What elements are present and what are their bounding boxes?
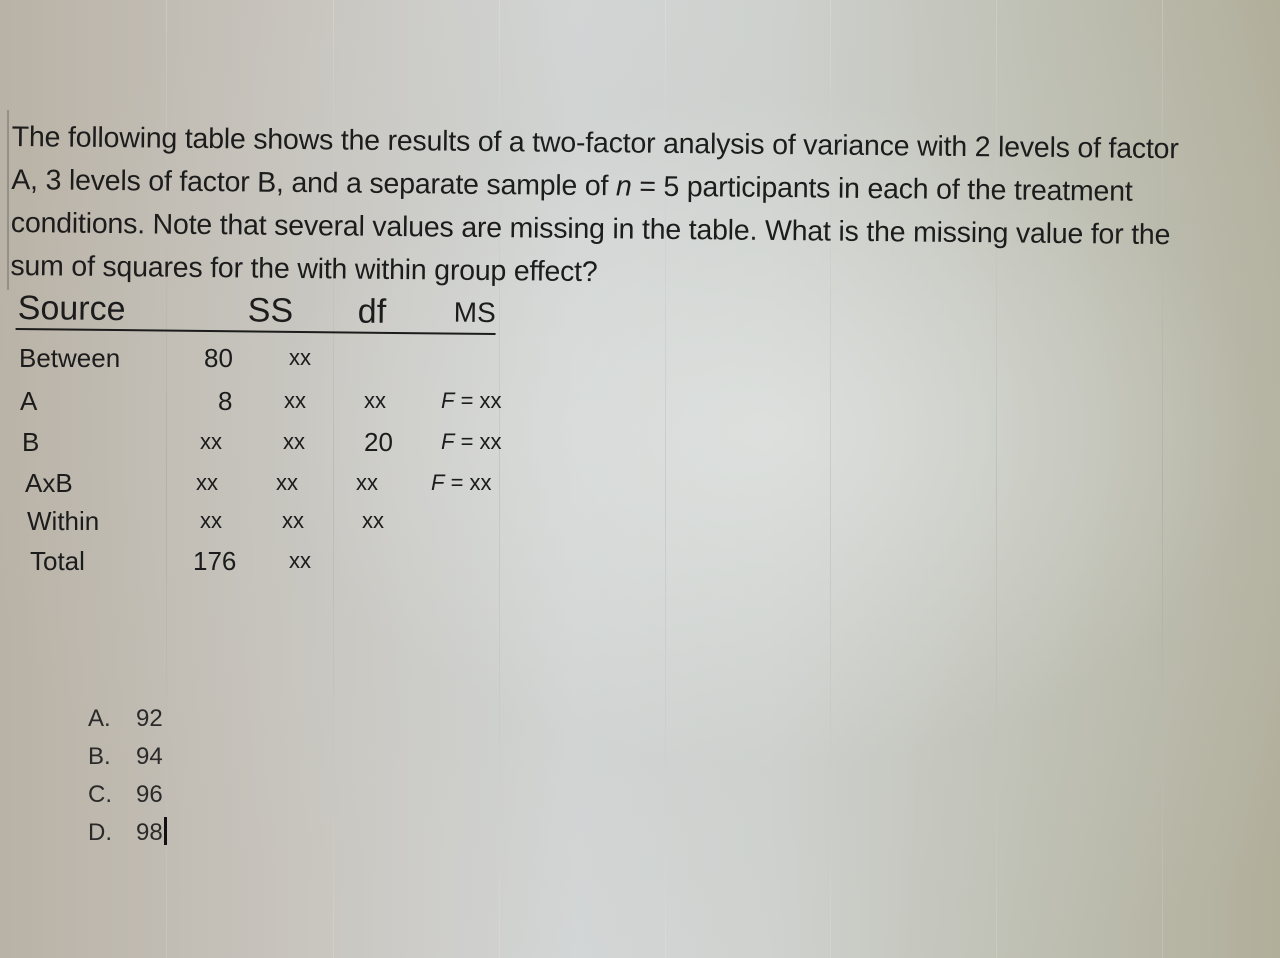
row-ms: 20 xyxy=(364,427,393,457)
row-ms: xx xyxy=(356,470,378,495)
row-source: B xyxy=(22,427,40,457)
f-label: F xyxy=(441,429,455,454)
option-value: 92 xyxy=(136,705,163,732)
table-row: Total 176 xx xyxy=(0,546,560,576)
row-ss: 8 xyxy=(218,386,233,416)
header-source: Source xyxy=(17,289,126,329)
f-value: = xx xyxy=(444,470,492,495)
question-line-2-part-1: A, 3 levels of factor B, and a separate … xyxy=(11,163,617,203)
question-line-2-part-2: = 5 participants in each of the treatmen… xyxy=(631,170,1133,208)
anova-table-header: Source SS df MS xyxy=(15,288,496,336)
table-row: Between 80 xx xyxy=(0,343,560,373)
row-ms: xx xyxy=(362,508,384,533)
option-letter: A. xyxy=(88,705,111,732)
row-df: xx xyxy=(276,470,298,495)
header-ss: SS xyxy=(247,291,294,330)
row-f-statistic: F = xx xyxy=(431,468,492,498)
f-value: = xx xyxy=(454,388,502,413)
question-text: The following table shows the results of… xyxy=(10,116,1274,301)
margin-edge xyxy=(7,110,9,290)
text-cursor xyxy=(163,817,167,845)
option-value: 98 xyxy=(136,819,163,846)
option-value: 94 xyxy=(136,743,163,770)
option-letter: B. xyxy=(88,743,111,770)
row-ss: xx xyxy=(200,508,222,533)
option-value: 96 xyxy=(136,781,163,808)
row-source: AxB xyxy=(25,468,73,498)
row-df: xx xyxy=(289,548,311,573)
header-df: df xyxy=(357,292,387,331)
table-row: A 8 xx xx F = xx xyxy=(0,386,560,416)
row-f-statistic: F = xx xyxy=(441,427,502,457)
row-ss: xx xyxy=(200,429,222,454)
option-b[interactable]: B. 94 xyxy=(88,738,167,776)
row-df: xx xyxy=(282,508,304,533)
row-df: xx xyxy=(289,345,311,370)
table-row: B xx xx 20 F = xx xyxy=(0,427,560,457)
row-source: Within xyxy=(27,506,100,536)
row-ms: xx xyxy=(364,388,386,413)
row-source: Total xyxy=(30,546,85,576)
table-row: Within xx xx xx xyxy=(0,506,560,536)
row-ss: 80 xyxy=(204,343,233,373)
row-df: xx xyxy=(284,388,306,413)
option-letter: C. xyxy=(88,781,112,808)
f-label: F xyxy=(431,470,445,495)
option-letter: D. xyxy=(88,819,112,846)
f-value: = xx xyxy=(454,429,502,454)
row-source: A xyxy=(20,386,38,416)
option-c[interactable]: C. 96 xyxy=(88,776,167,814)
sample-size-variable: n xyxy=(615,170,632,203)
option-a[interactable]: A. 92 xyxy=(88,700,167,738)
row-df: xx xyxy=(283,429,305,454)
row-ss: 176 xyxy=(193,546,237,576)
option-d[interactable]: D. 98 xyxy=(88,814,167,852)
row-ss: xx xyxy=(196,470,218,495)
f-label: F xyxy=(441,388,455,413)
row-f-statistic: F = xx xyxy=(441,386,502,416)
table-row: AxB xx xx xx F = xx xyxy=(0,468,560,498)
row-source: Between xyxy=(19,343,121,373)
header-ms: MS xyxy=(453,296,496,329)
answer-options: A. 92 B. 94 C. 96 D. 98 xyxy=(88,700,167,852)
